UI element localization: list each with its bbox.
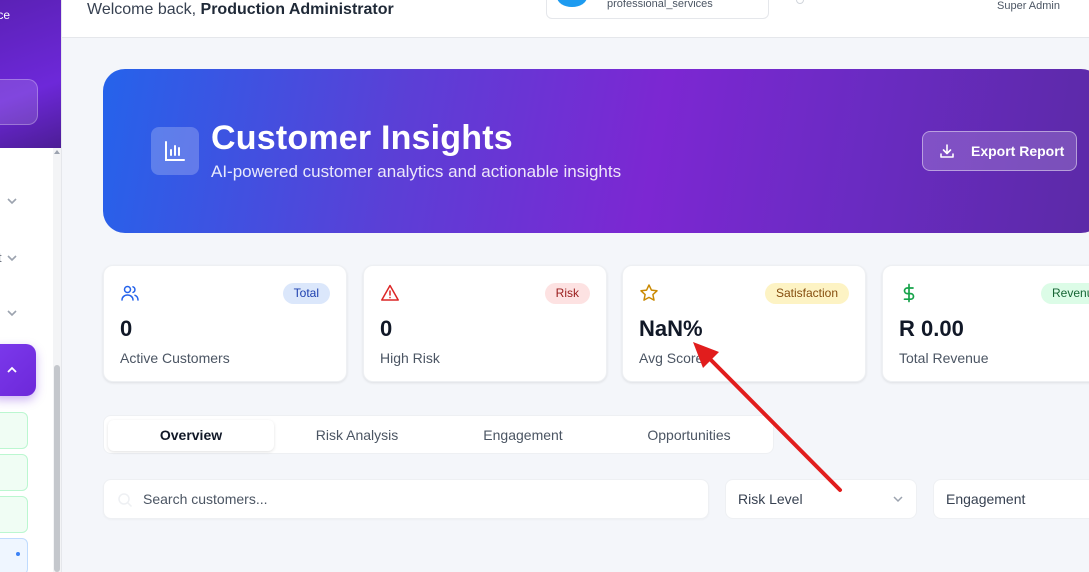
top-bar: Welcome back, Production Administrator p… [62, 0, 1089, 38]
insights-tabs: Overview Risk Analysis Engagement Opport… [103, 415, 774, 454]
engagement-select[interactable]: Engagement [933, 479, 1089, 519]
status-badge: Revenue [1041, 283, 1089, 304]
sidebar: ce t [0, 0, 62, 572]
stat-value: NaN% [639, 316, 703, 341]
tab-engagement[interactable]: Engagement [440, 420, 606, 451]
sidebar-item-active[interactable] [0, 344, 36, 396]
sidebar-subitem[interactable] [0, 496, 28, 533]
sidebar-brand-text: ce [0, 8, 10, 22]
active-indicator-dot [16, 552, 20, 556]
chevron-down-icon[interactable] [6, 252, 18, 264]
sidebar-scrollbar-thumb[interactable] [54, 365, 60, 572]
stat-label: Total Revenue [899, 350, 989, 366]
tab-risk-analysis[interactable]: Risk Analysis [274, 420, 440, 451]
export-report-label: Export Report [971, 143, 1065, 159]
download-icon [940, 144, 954, 158]
risk-level-select-value: Risk Level [738, 491, 803, 507]
sidebar-subitem-active[interactable] [0, 538, 28, 572]
notification-icon[interactable] [796, 0, 804, 4]
sidebar-tenant-switcher[interactable] [0, 79, 38, 125]
search-icon [117, 492, 133, 508]
welcome-prefix: Welcome back, [87, 1, 201, 18]
star-icon [639, 283, 659, 303]
stat-label: Avg Score [639, 350, 704, 366]
tab-overview[interactable]: Overview [108, 420, 274, 451]
tenant-name: professional_services [607, 0, 713, 10]
sidebar-subitem[interactable] [0, 412, 28, 449]
risk-level-select[interactable]: Risk Level [725, 479, 917, 519]
search-box[interactable] [103, 479, 709, 519]
welcome-message: Welcome back, Production Administrator [87, 1, 394, 19]
dollar-icon [899, 283, 919, 303]
page-title: Customer Insights [211, 119, 513, 157]
tab-opportunities[interactable]: Opportunities [606, 420, 772, 451]
stat-value: 0 [380, 316, 393, 341]
chevron-down-icon[interactable] [6, 195, 18, 207]
user-role: Super Admin [997, 0, 1060, 12]
tenant-avatar [557, 0, 587, 7]
user-name: Production Administrator [200, 1, 394, 18]
alert-triangle-icon [380, 283, 400, 303]
engagement-select-value: Engagement [946, 491, 1026, 507]
sidebar-header: ce [0, 0, 61, 148]
stat-card-total-revenue: Revenue R 0.00 Total Revenue [882, 265, 1089, 382]
tenant-selector[interactable]: professional_services [546, 0, 769, 19]
search-input[interactable] [143, 480, 693, 518]
page-subtitle: AI-powered customer analytics and action… [211, 162, 622, 181]
status-badge: Satisfaction [764, 283, 849, 304]
sidebar-item-label: t [0, 250, 2, 265]
users-icon [120, 283, 140, 303]
export-report-button[interactable]: Export Report [922, 131, 1077, 171]
stat-card-high-risk: Risk 0 High Risk [363, 265, 607, 382]
chevron-up-icon[interactable] [6, 364, 18, 376]
page-hero-banner: Customer Insights AI-powered customer an… [103, 69, 1089, 233]
bar-chart-icon [151, 127, 199, 175]
stat-card-avg-score: Satisfaction NaN% Avg Score [622, 265, 866, 382]
scroll-up-arrow-icon[interactable] [54, 150, 60, 154]
stat-card-active-customers: Total 0 Active Customers [103, 265, 347, 382]
stat-label: Active Customers [120, 350, 230, 366]
chevron-down-icon [892, 493, 904, 505]
stat-value: R 0.00 [899, 316, 964, 341]
chevron-down-icon[interactable] [6, 307, 18, 319]
stat-label: High Risk [380, 350, 440, 366]
stat-value: 0 [120, 316, 133, 341]
status-badge: Total [282, 283, 330, 304]
sidebar-subitem[interactable] [0, 454, 28, 491]
status-badge: Risk [544, 283, 590, 304]
